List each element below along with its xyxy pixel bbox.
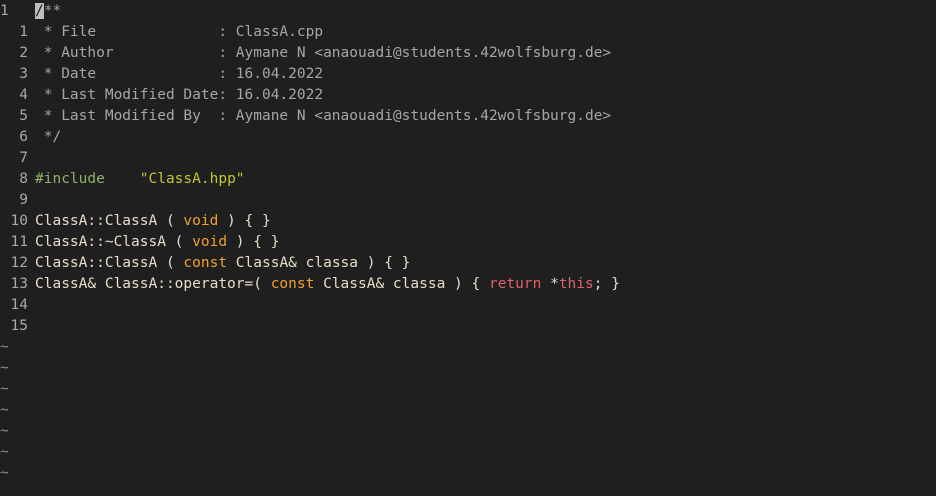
line-number: 5 xyxy=(19,108,28,124)
text-cursor: / xyxy=(35,3,44,19)
code-token: const xyxy=(183,255,228,271)
code-token: this xyxy=(558,276,594,292)
code-line[interactable]: 15 xyxy=(0,316,35,337)
code-token: ClassA& classa ) { } xyxy=(227,255,411,271)
code-line[interactable]: 10 ClassA::ClassA ( void ) { } xyxy=(0,211,271,232)
code-token: const xyxy=(270,276,315,292)
line-code[interactable]: #include "ClassA.hpp" xyxy=(35,171,245,187)
code-line[interactable]: 1 /** xyxy=(0,1,61,22)
line-number: 12 xyxy=(10,255,28,271)
code-token: */ xyxy=(35,129,62,145)
line-code[interactable]: ClassA::~ClassA ( void ) { } xyxy=(35,234,279,250)
code-token: void xyxy=(192,234,228,250)
line-code[interactable]: ClassA::ClassA ( const ClassA& classa ) … xyxy=(35,255,410,271)
line-code[interactable]: ClassA::ClassA ( void ) { } xyxy=(35,213,271,229)
code-token: void xyxy=(183,213,219,229)
line-number: 1 xyxy=(19,24,28,40)
code-token: ClassA& ClassA::operator=( xyxy=(35,276,271,292)
empty-line-marker: ~ xyxy=(0,444,9,460)
line-code[interactable]: * Author : Aymane N <anaouadi@students.4… xyxy=(35,45,611,61)
code-line[interactable]: 7 xyxy=(0,148,35,169)
line-number: 1 xyxy=(0,3,9,19)
code-line[interactable]: 4 * Last Modified Date: 16.04.2022 xyxy=(0,85,323,106)
line-code[interactable]: * File : ClassA.cpp xyxy=(35,24,323,40)
empty-line-marker: ~ xyxy=(0,423,9,439)
line-code[interactable]: * Last Modified By : Aymane N <anaouadi@… xyxy=(35,108,611,124)
line-code[interactable]: * Date : 16.04.2022 xyxy=(35,66,323,82)
line-number: 15 xyxy=(10,318,28,334)
code-token: #include xyxy=(35,171,105,187)
code-token: * Author : Aymane N <anaouadi@students.4… xyxy=(35,45,612,61)
code-token: ClassA::ClassA ( xyxy=(35,255,184,271)
code-line[interactable]: 5 * Last Modified By : Aymane N <anaouad… xyxy=(0,106,611,127)
code-token: * Last Modified Date: 16.04.2022 xyxy=(35,87,324,103)
empty-line-marker: ~ xyxy=(0,381,9,397)
line-number: 2 xyxy=(19,45,28,61)
line-number: 4 xyxy=(19,87,28,103)
code-line[interactable]: 1 * File : ClassA.cpp xyxy=(0,22,323,43)
line-code[interactable]: /** xyxy=(35,3,61,19)
code-token: * File : ClassA.cpp xyxy=(35,24,324,40)
code-token: ) { } xyxy=(218,213,271,229)
empty-line-marker: ~ xyxy=(0,402,9,418)
code-token: * Last Modified By : Aymane N <anaouadi@… xyxy=(35,108,612,124)
code-token: return xyxy=(488,276,542,292)
line-number: 13 xyxy=(10,276,28,292)
code-token: ClassA::ClassA ( xyxy=(35,213,184,229)
code-line[interactable]: 12 ClassA::ClassA ( const ClassA& classa … xyxy=(0,253,411,274)
code-token: ) { } xyxy=(227,234,280,250)
code-line[interactable]: 13 ClassA& ClassA::operator=( const Class… xyxy=(0,274,620,295)
line-number: 14 xyxy=(10,297,28,313)
code-line[interactable]: 8 #include "ClassA.hpp" xyxy=(0,169,245,190)
code-line[interactable]: 3 * Date : 16.04.2022 xyxy=(0,64,323,85)
line-code[interactable]: */ xyxy=(35,129,61,145)
line-code[interactable]: ClassA& ClassA::operator=( const ClassA&… xyxy=(35,276,620,292)
code-token: ; } xyxy=(593,276,620,292)
code-line[interactable]: 11 ClassA::~ClassA ( void ) { } xyxy=(0,232,280,253)
code-line[interactable]: 14 xyxy=(0,295,35,316)
code-line[interactable]: 9 xyxy=(0,190,35,211)
code-token: "ClassA.hpp" xyxy=(139,171,245,187)
empty-line-marker: ~ xyxy=(0,465,9,481)
empty-line-marker: ~ xyxy=(0,360,9,376)
line-number: 3 xyxy=(19,66,28,82)
line-number: 7 xyxy=(19,150,28,166)
line-code[interactable]: * Last Modified Date: 16.04.2022 xyxy=(35,87,323,103)
line-number: 11 xyxy=(10,234,28,250)
line-number: 6 xyxy=(19,129,28,145)
code-line[interactable]: 2 * Author : Aymane N <anaouadi@students… xyxy=(0,43,611,64)
code-editor[interactable]: 1/** 1 * File : ClassA.cpp 2 * Author : Ay… xyxy=(0,0,936,496)
code-token: ** xyxy=(43,3,62,19)
code-token: ClassA& classa ) { xyxy=(314,276,489,292)
code-line[interactable]: 6 */ xyxy=(0,127,61,148)
line-number: 8 xyxy=(19,171,28,187)
code-token: * Date : 16.04.2022 xyxy=(35,66,324,82)
line-number: 10 xyxy=(10,213,28,229)
code-token: * xyxy=(541,276,559,292)
line-number: 9 xyxy=(19,192,28,208)
empty-line-marker: ~ xyxy=(0,339,9,355)
code-token: ClassA::~ClassA ( xyxy=(35,234,193,250)
